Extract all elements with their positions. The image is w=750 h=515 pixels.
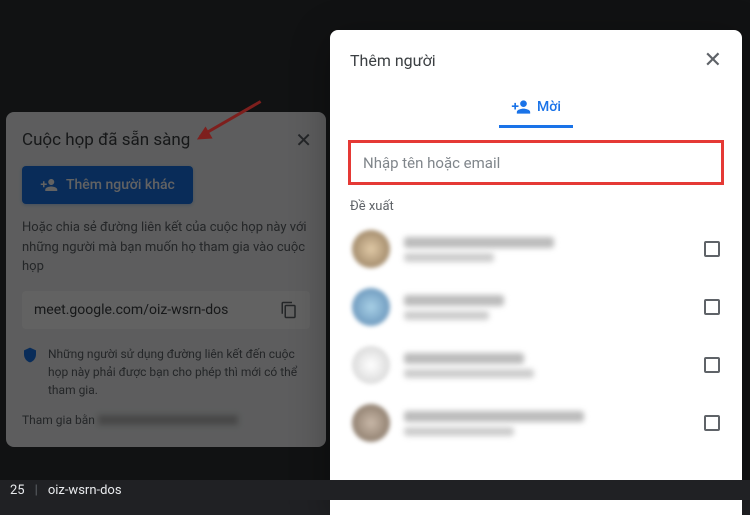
time-display: 25 [10, 483, 25, 498]
avatar [352, 404, 390, 442]
avatar [352, 346, 390, 384]
add-people-dialog: Thêm người ✕ Mời Đề xuất [330, 30, 742, 515]
contact-item[interactable] [348, 394, 724, 452]
contact-list [330, 220, 742, 452]
dialog-title: Thêm người [350, 51, 436, 70]
close-button[interactable]: ✕ [704, 48, 722, 73]
contact-checkbox[interactable] [704, 299, 720, 315]
tab-invite[interactable]: Mời [499, 89, 573, 128]
contact-item[interactable] [348, 278, 724, 336]
meeting-code: oiz-wsrn-dos [48, 483, 122, 498]
contact-checkbox[interactable] [704, 357, 720, 373]
contact-checkbox[interactable] [704, 415, 720, 431]
contact-item[interactable] [348, 220, 724, 278]
search-input[interactable] [363, 154, 709, 172]
person-add-icon [511, 97, 531, 117]
suggestions-label: Đề xuất [330, 193, 742, 220]
contact-checkbox[interactable] [704, 241, 720, 257]
avatar [352, 230, 390, 268]
avatar [352, 288, 390, 326]
tab-bar: Mời [330, 83, 742, 128]
contact-item[interactable] [348, 336, 724, 394]
bottom-bar: 25 | oiz-wsrn-dos [0, 480, 750, 500]
search-input-highlight [348, 140, 724, 185]
